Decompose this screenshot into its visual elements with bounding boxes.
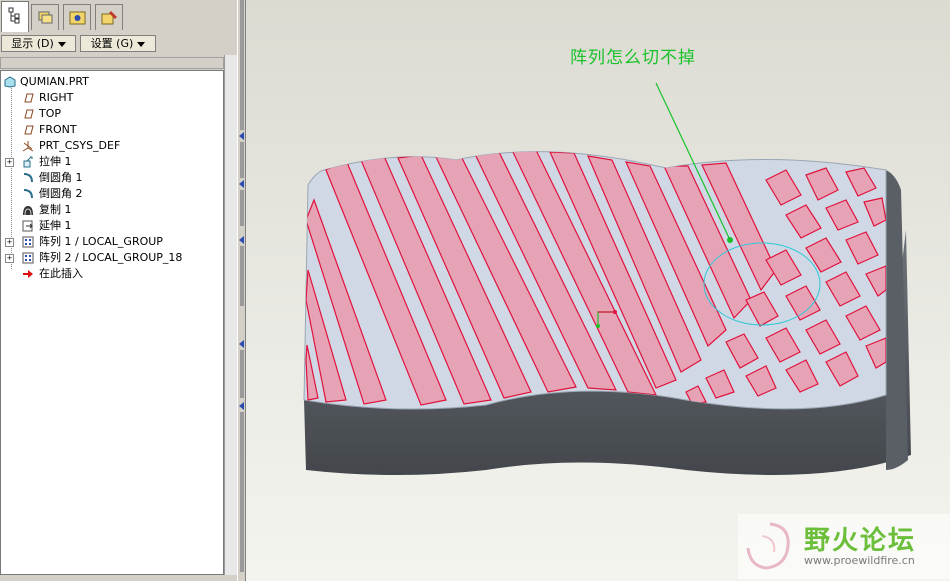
tree-item-datum-top[interactable]: TOP	[1, 106, 221, 122]
tab-folder-browser[interactable]	[95, 4, 123, 30]
splitter-grip	[240, 142, 244, 178]
graphics-viewport[interactable]: 阵列怎么切不掉 野火论坛 www.proewildfire.cn	[246, 0, 950, 581]
round-icon	[23, 189, 33, 199]
tree-toolbar: 显示 (D) 设置 (G)	[0, 33, 237, 55]
expand-plus-icon[interactable]: +	[5, 158, 14, 167]
tree-item-label: PRT_CSYS_DEF	[39, 139, 121, 152]
tree-item-extrude[interactable]: + 拉伸 1	[1, 154, 221, 170]
folder-star-icon	[69, 11, 86, 25]
extend-icon	[22, 220, 33, 232]
tab-favorites[interactable]	[63, 4, 91, 30]
splitter-grip	[240, 350, 244, 398]
expand-plus-icon[interactable]: +	[5, 238, 14, 247]
tree-item-label: 拉伸 1	[39, 155, 72, 168]
model-tree-panel: 显示 (D) 设置 (G) QUMIAN.PRT RIGHT TOP FRONT…	[0, 0, 238, 581]
tree-item-pattern-1[interactable]: + 阵列 1 / LOCAL_GROUP	[1, 234, 221, 250]
tree-item-label: FRONT	[39, 123, 77, 136]
folder-tool-icon	[101, 11, 117, 25]
tree-item-copy[interactable]: 复制 1	[1, 202, 221, 218]
tree-item-round-1[interactable]: 倒圆角 1	[1, 170, 221, 186]
tree-item-label: 延伸 1	[39, 219, 72, 232]
show-menu-label: 显示 (D)	[11, 37, 54, 50]
tree-item-insert-here[interactable]: 在此插入	[1, 266, 221, 282]
chevron-down-icon	[57, 41, 66, 47]
tree-item-datum-right[interactable]: RIGHT	[1, 90, 221, 106]
collapse-left-arrow-icon[interactable]	[239, 180, 244, 188]
chevron-down-icon	[137, 41, 146, 47]
tree-item-csys[interactable]: PRT_CSYS_DEF	[1, 138, 221, 154]
round-icon	[23, 173, 33, 183]
navigator-tabs	[0, 0, 237, 33]
tree-item-label: 倒圆角 1	[39, 171, 83, 184]
tree-item-pattern-2[interactable]: + 阵列 2 / LOCAL_GROUP_18	[1, 250, 221, 266]
part-icon	[4, 76, 16, 88]
tab-model-tree[interactable]	[1, 1, 29, 32]
show-menu-button[interactable]: 显示 (D)	[1, 35, 76, 52]
model-tree: QUMIAN.PRT RIGHT TOP FRONT PRT_CSYS_DEF …	[0, 70, 224, 575]
watermark-title: 野火论坛	[804, 526, 917, 556]
tree-item-datum-front[interactable]: FRONT	[1, 122, 221, 138]
tree-vertical-scrollbar[interactable]	[224, 55, 238, 576]
collapse-left-arrow-icon[interactable]	[239, 402, 244, 410]
pattern-icon	[22, 252, 34, 264]
forum-watermark: 野火论坛 www.proewildfire.cn	[738, 514, 950, 579]
tab-layers[interactable]	[31, 4, 59, 30]
datum-plane-icon	[24, 109, 34, 119]
model-tree-icon	[8, 7, 20, 24]
settings-menu-button[interactable]: 设置 (G)	[80, 35, 156, 52]
panel-splitter[interactable]	[237, 0, 246, 581]
layers-icon	[38, 11, 53, 24]
datum-plane-icon	[24, 125, 34, 135]
tree-item-part[interactable]: QUMIAN.PRT	[1, 74, 221, 90]
tree-item-label: TOP	[39, 107, 62, 120]
annotation-text: 阵列怎么切不掉	[570, 48, 696, 68]
tree-item-round-2[interactable]: 倒圆角 2	[1, 186, 221, 202]
coordinate-system-icon	[22, 141, 34, 152]
tree-item-label: RIGHT	[39, 91, 74, 104]
tree-item-label: 阵列 2 / LOCAL_GROUP_18	[39, 251, 183, 264]
model-3d-view	[303, 82, 911, 475]
tree-item-extend[interactable]: 延伸 1	[1, 218, 221, 234]
extrude-icon	[23, 156, 33, 168]
splitter-grip	[240, 246, 244, 306]
tree-item-label: 倒圆角 2	[39, 187, 83, 200]
tree-item-label: QUMIAN.PRT	[20, 75, 89, 88]
collapse-left-arrow-icon[interactable]	[239, 132, 244, 140]
expand-plus-icon[interactable]: +	[5, 254, 14, 263]
pattern-icon	[22, 236, 34, 248]
annotation-leader-dot	[727, 237, 733, 243]
tree-header-bar	[0, 57, 224, 69]
settings-menu-label: 设置 (G)	[90, 37, 134, 50]
collapse-left-arrow-icon[interactable]	[239, 340, 244, 348]
splitter-grip	[240, 190, 244, 226]
collapse-left-arrow-icon[interactable]	[239, 236, 244, 244]
tree-horizontal-scrollbar[interactable]	[0, 575, 237, 581]
datum-plane-icon	[24, 93, 34, 103]
tree-item-label: 阵列 1 / LOCAL_GROUP	[39, 235, 163, 248]
tree-item-label: 在此插入	[39, 267, 83, 280]
insert-here-arrow-icon	[23, 270, 33, 278]
copy-surface-icon	[23, 206, 33, 216]
splitter-grip	[240, 412, 244, 572]
watermark-url: www.proewildfire.cn	[804, 554, 915, 567]
forum-logo-icon	[746, 522, 790, 570]
tree-item-label: 复制 1	[39, 203, 72, 216]
splitter-grip	[240, 0, 244, 130]
